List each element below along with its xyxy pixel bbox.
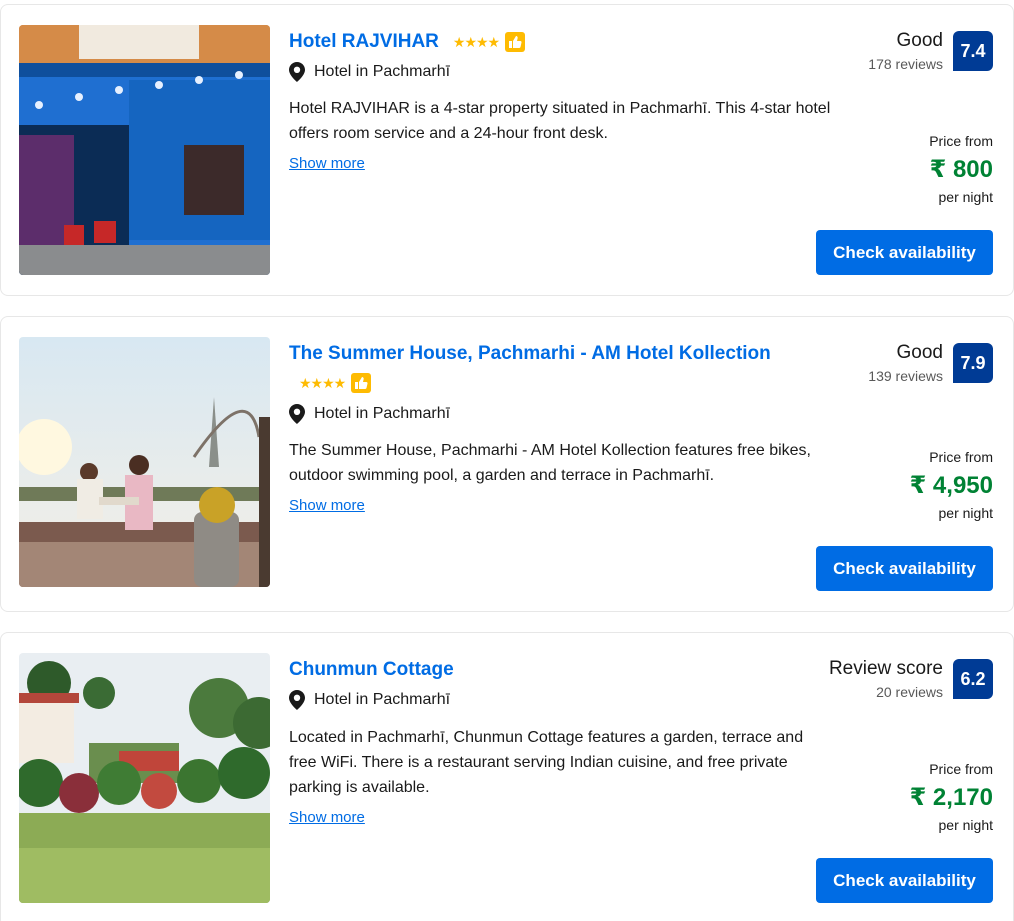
hotel-name-link[interactable]: Hotel RAJVIHAR (289, 29, 439, 55)
score-badge: 7.9 (953, 343, 993, 383)
review-score[interactable]: Good 178 reviews 7.4 (868, 29, 993, 73)
map-pin-icon (289, 690, 305, 710)
star-rating: ★★★★ (299, 375, 346, 391)
location: Hotel in Pachmarhī (289, 690, 450, 710)
location-label: Hotel in Pachmarhī (314, 405, 451, 422)
rating-word: Review score (828, 658, 943, 679)
show-more-link[interactable]: Show more (289, 497, 365, 514)
rating-word: Good (896, 342, 943, 363)
review-score[interactable]: Good 139 reviews 7.9 (868, 341, 993, 385)
show-more-link[interactable]: Show more (289, 155, 365, 172)
location-label: Hotel in Pachmarhī (314, 691, 451, 708)
check-availability-button[interactable]: Check availability (816, 546, 993, 591)
price-from-label: Price from (929, 133, 993, 149)
location: Hotel in Pachmarhī (289, 62, 450, 82)
price-block: Price from ₹ 2,170 per night (910, 759, 993, 835)
thumbs-up-icon (351, 373, 372, 393)
title-row: Hotel RAJVIHAR ★★★★ (289, 29, 809, 55)
hotel-description: Located in Pachmarhī, Chunmun Cottage fe… (289, 729, 804, 796)
review-count: 178 reviews (868, 56, 943, 72)
review-score[interactable]: Review score 20 reviews 6.2 (829, 657, 993, 701)
price-from-label: Price from (929, 761, 993, 777)
hotel-name-link[interactable]: Chunmun Cottage (289, 657, 454, 683)
price-amount: ₹ 4,950 (909, 472, 993, 499)
per-night-label: per night (938, 505, 993, 521)
show-more-link[interactable]: Show more (289, 809, 365, 826)
price-amount: ₹ 2,170 (909, 784, 993, 811)
map-pin-icon (289, 404, 305, 424)
hotel-photo[interactable] (19, 653, 270, 903)
hotel-card: Chunmun Cottage Hotel in Pachmarhī Locat… (0, 632, 1014, 921)
hotel-description: The Summer House, Pachmarhi - AM Hotel K… (289, 442, 811, 484)
title-row: Chunmun Cottage (289, 657, 809, 683)
check-availability-button[interactable]: Check availability (816, 858, 993, 903)
location-label: Hotel in Pachmarhī (314, 63, 451, 80)
price-amount: ₹ 800 (929, 156, 993, 183)
price-from-label: Price from (929, 449, 993, 465)
rating-word: Good (896, 30, 943, 51)
map-pin-icon (289, 62, 305, 82)
hotel-card: The Summer House, Pachmarhi - AM Hotel K… (0, 316, 1014, 612)
hotel-card: Hotel RAJVIHAR ★★★★ Hotel in Pachmarhī H… (0, 4, 1014, 296)
score-badge: 6.2 (953, 659, 993, 699)
per-night-label: per night (938, 817, 993, 833)
hotel-photo[interactable] (19, 25, 270, 275)
hotel-description: Hotel RAJVIHAR is a 4-star property situ… (289, 100, 831, 142)
star-rating: ★★★★ (452, 34, 500, 50)
hotel-photo[interactable] (19, 337, 270, 587)
location: Hotel in Pachmarhī (289, 404, 450, 424)
thumbs-up-icon (505, 32, 526, 52)
hotel-name-link[interactable]: The Summer House, Pachmarhi - AM Hotel K… (289, 341, 771, 367)
per-night-label: per night (938, 189, 993, 205)
check-availability-button[interactable]: Check availability (816, 230, 993, 275)
price-block: Price from ₹ 800 per night (929, 131, 993, 207)
review-count: 20 reviews (876, 684, 943, 700)
price-block: Price from ₹ 4,950 per night (910, 447, 993, 523)
title-row: The Summer House, Pachmarhi - AM Hotel K… (289, 341, 809, 393)
score-badge: 7.4 (953, 31, 993, 71)
review-count: 139 reviews (868, 368, 943, 384)
